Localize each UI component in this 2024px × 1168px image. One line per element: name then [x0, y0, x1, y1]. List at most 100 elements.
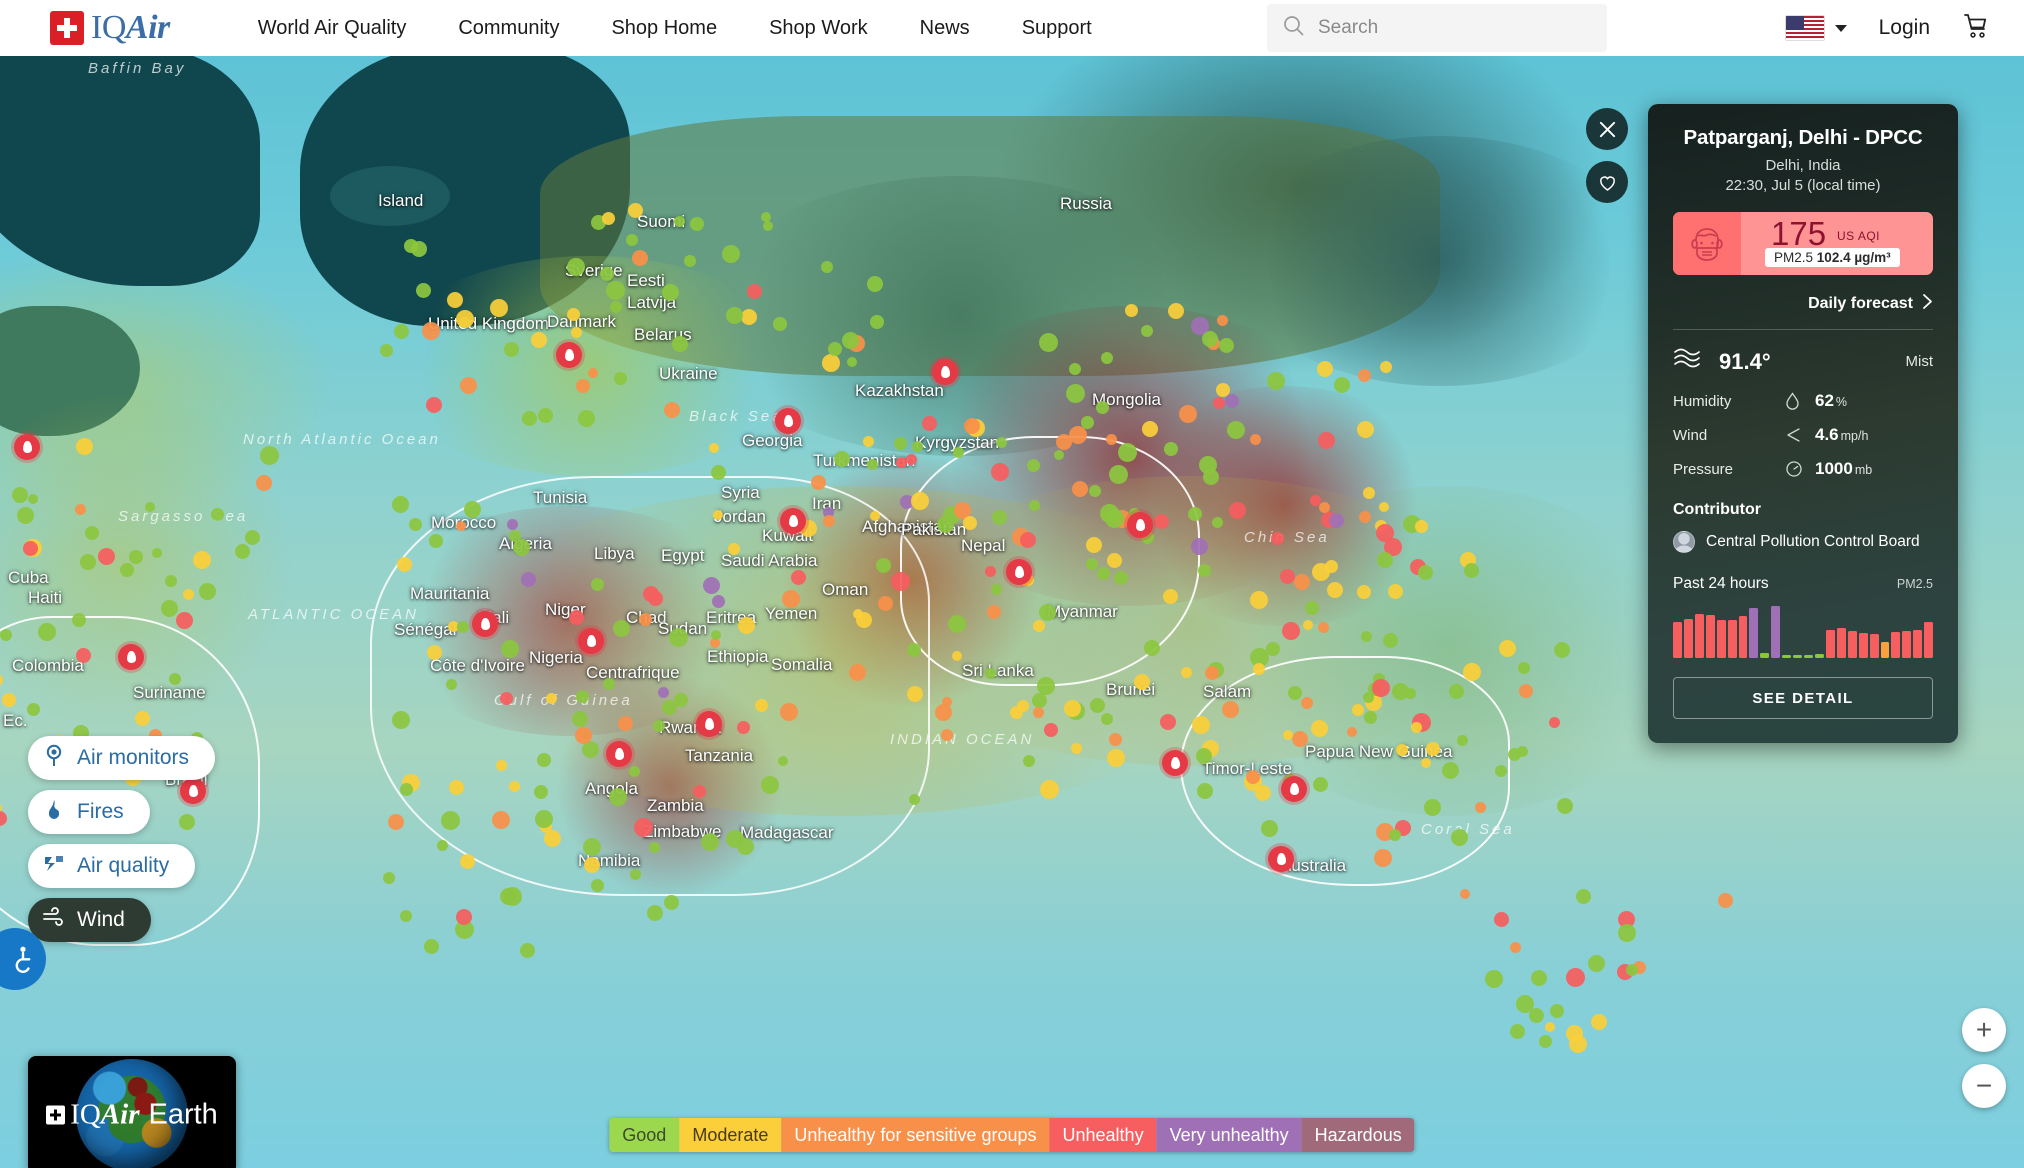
history-bar[interactable]	[1924, 622, 1934, 658]
aqi-station-dot[interactable]	[570, 327, 582, 339]
aqi-station-dot[interactable]	[779, 703, 798, 722]
nav-item-community[interactable]: Community	[432, 17, 585, 40]
history-bar[interactable]	[1825, 629, 1835, 658]
aqi-station-dot[interactable]	[657, 686, 669, 698]
see-detail-button[interactable]: SEE DETAIL	[1673, 677, 1933, 719]
aqi-station-dot[interactable]	[1140, 324, 1153, 337]
aqi-station-dot[interactable]	[1163, 442, 1178, 457]
aqi-station-dot[interactable]	[1575, 888, 1591, 904]
aqi-station-dot[interactable]	[1549, 716, 1561, 728]
aqi-station-dot[interactable]	[1133, 673, 1150, 690]
aqi-station-dot[interactable]	[921, 415, 937, 431]
aqi-station-dot[interactable]	[631, 250, 648, 267]
aqi-station-dot[interactable]	[1556, 797, 1573, 814]
favorite-button[interactable]	[1586, 161, 1628, 203]
history-bar[interactable]	[1738, 615, 1748, 658]
chevron-down-icon[interactable]	[1834, 24, 1847, 32]
aqi-station-dot[interactable]	[536, 752, 551, 767]
aqi-station-dot[interactable]	[455, 309, 474, 328]
aqi-station-dot[interactable]	[1282, 621, 1301, 640]
aqi-station-dot[interactable]	[737, 838, 755, 856]
aqi-station-dot[interactable]	[134, 710, 150, 726]
aqi-station-dot[interactable]	[1418, 564, 1434, 580]
aqi-station-dot[interactable]	[1109, 732, 1123, 746]
aqi-station-dot[interactable]	[1250, 590, 1269, 609]
aqi-station-dot[interactable]	[1507, 748, 1521, 762]
layer-button-fires[interactable]: Fires	[28, 790, 150, 834]
aqi-station-dot[interactable]	[1324, 559, 1338, 573]
aqi-station-dot[interactable]	[575, 690, 589, 704]
aqi-station-dot[interactable]	[827, 341, 842, 356]
history-bar[interactable]	[1858, 633, 1868, 658]
aqi-station-dot[interactable]	[577, 410, 595, 428]
nav-item-support[interactable]: Support	[996, 17, 1118, 40]
aqi-station-dot[interactable]	[97, 547, 115, 565]
nav-item-shop-home[interactable]: Shop Home	[585, 17, 743, 40]
aqi-station-dot[interactable]	[1032, 619, 1045, 632]
history-bar[interactable]	[1814, 653, 1824, 658]
fire-marker[interactable]	[1281, 776, 1307, 802]
aqi-station-dot[interactable]	[1382, 633, 1398, 649]
aqi-station-dot[interactable]	[1388, 829, 1401, 842]
aqi-station-dot[interactable]	[530, 331, 547, 348]
aqi-station-dot[interactable]	[711, 629, 722, 640]
aqi-station-dot[interactable]	[1141, 421, 1158, 438]
aqi-station-dot[interactable]	[23, 541, 39, 557]
aqi-station-dot[interactable]	[1312, 777, 1328, 793]
aqi-station-dot[interactable]	[1095, 401, 1109, 415]
aqi-station-dot[interactable]	[27, 493, 38, 504]
aqi-station-dot[interactable]	[1410, 722, 1422, 734]
aqi-station-dot[interactable]	[990, 463, 1009, 482]
aqi-station-dot[interactable]	[1197, 564, 1211, 578]
aqi-station-dot[interactable]	[1303, 620, 1313, 631]
aqi-station-dot[interactable]	[668, 628, 688, 648]
aqi-station-dot[interactable]	[495, 759, 507, 771]
aqi-station-dot[interactable]	[391, 496, 409, 514]
aqi-station-dot[interactable]	[646, 904, 663, 921]
aqi-station-dot[interactable]	[569, 609, 585, 625]
aqi-station-dot[interactable]	[428, 534, 443, 549]
aqi-station-dot[interactable]	[905, 453, 917, 465]
aqi-station-dot[interactable]	[612, 619, 630, 637]
aqi-station-dot[interactable]	[1090, 697, 1106, 713]
aqi-station-dot[interactable]	[935, 703, 953, 721]
us-flag-icon[interactable]	[1784, 15, 1825, 41]
aqi-station-dot[interactable]	[1282, 729, 1293, 740]
past-24h-bar-chart[interactable]	[1673, 604, 1934, 658]
aqi-station-dot[interactable]	[867, 275, 884, 292]
aqi-station-dot[interactable]	[1071, 480, 1088, 497]
aqi-station-dot[interactable]	[1019, 532, 1036, 549]
fire-marker[interactable]	[578, 628, 604, 654]
aqi-station-dot[interactable]	[1038, 603, 1056, 621]
history-bar[interactable]	[1694, 613, 1704, 658]
aqi-station-dot[interactable]	[910, 491, 929, 510]
history-bar[interactable]	[1913, 629, 1923, 658]
aqi-station-dot[interactable]	[605, 280, 625, 300]
aqi-station-dot[interactable]	[613, 372, 627, 386]
aqi-station-dot[interactable]	[1318, 501, 1330, 513]
aqi-station-dot[interactable]	[1180, 667, 1192, 679]
aqi-station-dot[interactable]	[709, 442, 720, 453]
aqi-station-dot[interactable]	[1106, 552, 1122, 568]
aqi-station-dot[interactable]	[520, 942, 536, 958]
aqi-station-dot[interactable]	[445, 679, 457, 691]
layer-button-air-monitors[interactable]: Air monitors	[28, 736, 216, 780]
fire-marker[interactable]	[556, 342, 582, 368]
aqi-station-dot[interactable]	[415, 283, 431, 299]
aqi-station-dot[interactable]	[456, 620, 469, 633]
aqi-station-dot[interactable]	[962, 515, 977, 530]
aqi-station-dot[interactable]	[1266, 372, 1285, 391]
aqi-station-dot[interactable]	[712, 594, 726, 608]
aqi-station-dot[interactable]	[1448, 684, 1464, 700]
aqi-station-dot[interactable]	[575, 379, 590, 394]
aqi-station-dot[interactable]	[161, 599, 179, 617]
search-input[interactable]	[1318, 17, 1568, 39]
history-bar[interactable]	[1749, 608, 1759, 658]
aqi-station-dot[interactable]	[690, 216, 705, 231]
aqi-station-dot[interactable]	[1188, 506, 1203, 521]
history-bar[interactable]	[1705, 614, 1715, 658]
aqi-station-dot[interactable]	[633, 817, 653, 837]
aqi-station-dot[interactable]	[244, 529, 260, 545]
aqi-station-dot[interactable]	[499, 692, 513, 706]
aqi-station-dot[interactable]	[1426, 741, 1441, 756]
